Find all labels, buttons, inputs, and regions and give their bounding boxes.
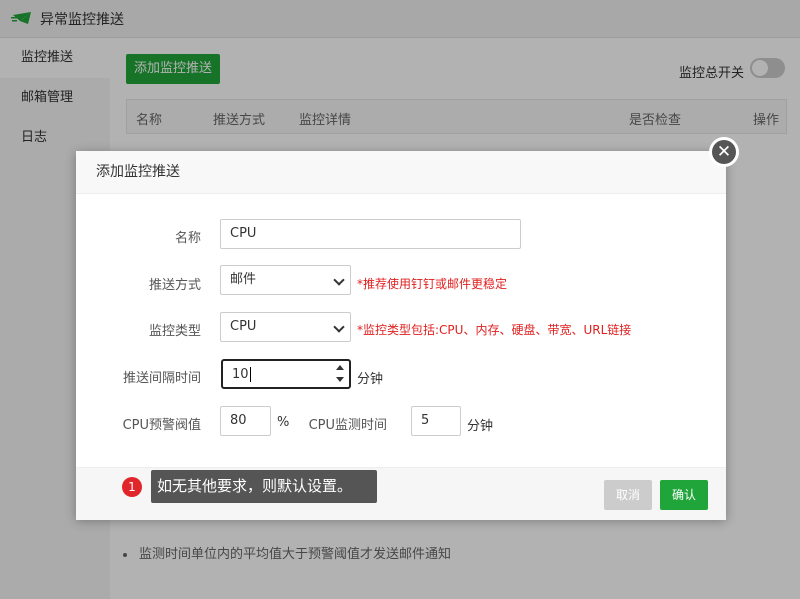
push-method-hint: *推荐使用钉钉或邮件更稳定 [357, 277, 508, 291]
chevron-down-icon [333, 274, 345, 286]
monitor-type-select[interactable]: CPU [220, 312, 351, 342]
monitor-type-hint: *监控类型包括:CPU、内存、硬盘、带宽、URL链接 [357, 323, 632, 337]
push-method-value: 邮件 [230, 272, 257, 287]
spinner-arrows[interactable] [334, 363, 346, 385]
monitor-type-label: 监控类型 [148, 324, 201, 339]
push-method-label: 推送方式 [148, 278, 201, 293]
interval-label: 推送间隔时间 [122, 371, 201, 386]
cpu-threshold-unit: % [277, 415, 290, 430]
cancel-button[interactable]: 取消 [604, 480, 652, 510]
spinner-down-icon[interactable] [336, 377, 344, 382]
chevron-down-icon [333, 321, 345, 333]
cpu-threshold-label: CPU预警阀值 [122, 418, 201, 433]
interval-number-input[interactable]: 10 [221, 359, 351, 389]
add-monitor-dialog: 添加监控推送 名称 CPU 推送方式 邮件 *推荐使用钉钉或邮件更稳定 监控类型… [76, 151, 726, 520]
cpu-threshold-input[interactable]: 80 [220, 406, 271, 436]
spinner-up-icon[interactable] [336, 365, 344, 370]
cpu-monitor-time-label: CPU监测时间 [308, 418, 387, 433]
text-caret [249, 367, 251, 382]
interval-unit: 分钟 [357, 372, 384, 387]
dialog-title: 添加监控推送 [76, 151, 726, 194]
push-method-select[interactable]: 邮件 [220, 265, 351, 295]
interval-value: 10 [232, 367, 249, 382]
annotation-tooltip: 如无其他要求，则默认设置。 [151, 470, 377, 503]
cpu-monitor-time-unit: 分钟 [467, 419, 494, 434]
monitor-type-value: CPU [230, 319, 257, 334]
close-dialog-button[interactable]: ✕ [709, 137, 739, 167]
confirm-button[interactable]: 确认 [660, 480, 708, 510]
name-label: 名称 [174, 231, 201, 246]
close-icon[interactable]: ✕ [712, 140, 736, 164]
step-number-badge: 1 [122, 477, 142, 497]
name-input[interactable]: CPU [220, 219, 521, 249]
cpu-monitor-time-input[interactable]: 5 [411, 406, 461, 436]
